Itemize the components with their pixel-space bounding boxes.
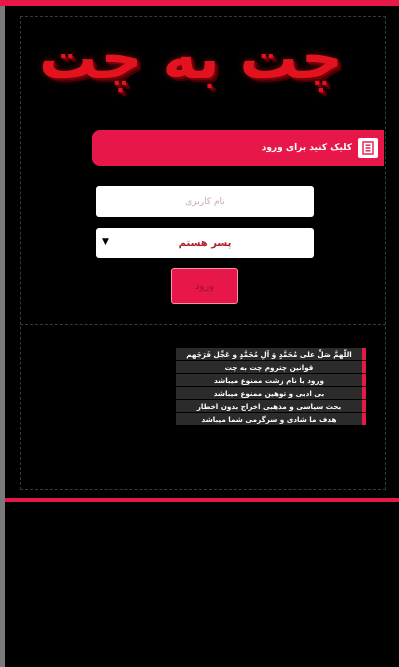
top-accent-bar [0, 0, 399, 6]
rule-item: هدف ما شادی و سرگرمی شما میباشد [176, 413, 366, 425]
rule-item: اللّهمَّ صَلِّ علی مُحَمَّدٍ وَ آلِ مُحَ… [176, 348, 366, 360]
rule-item: ورود با نام زشت ممنوع میباشد [176, 374, 366, 386]
chevron-down-icon: ▼ [102, 237, 109, 247]
rule-item: قوانین چتروم چت به چت [176, 361, 366, 373]
rule-item: بحث سیاسی و مذهبی اخراج بدون اخطار [176, 400, 366, 412]
bottom-accent-bar [5, 498, 399, 502]
left-edge-strip [0, 0, 5, 667]
logo-text: چت به چت [39, 24, 343, 92]
login-header-button[interactable]: کلیک کنید برای ورود [92, 130, 384, 166]
login-submit-button[interactable]: ورود [171, 268, 238, 304]
login-header-label: کلیک کنید برای ورود [261, 143, 352, 153]
gender-selected-value: پسر هستم [178, 237, 232, 249]
gender-select[interactable]: ▼ پسر هستم [96, 228, 314, 258]
site-logo: چت به چت [26, 24, 356, 108]
username-input[interactable] [96, 186, 314, 217]
section-divider [20, 324, 386, 325]
rules-list: اللّهمَّ صَلِّ علی مُحَمَّدٍ وَ آلِ مُحَ… [176, 348, 366, 426]
login-icon [358, 138, 378, 158]
rule-item: بی ادبی و توهین ممنوع میباشد [176, 387, 366, 399]
